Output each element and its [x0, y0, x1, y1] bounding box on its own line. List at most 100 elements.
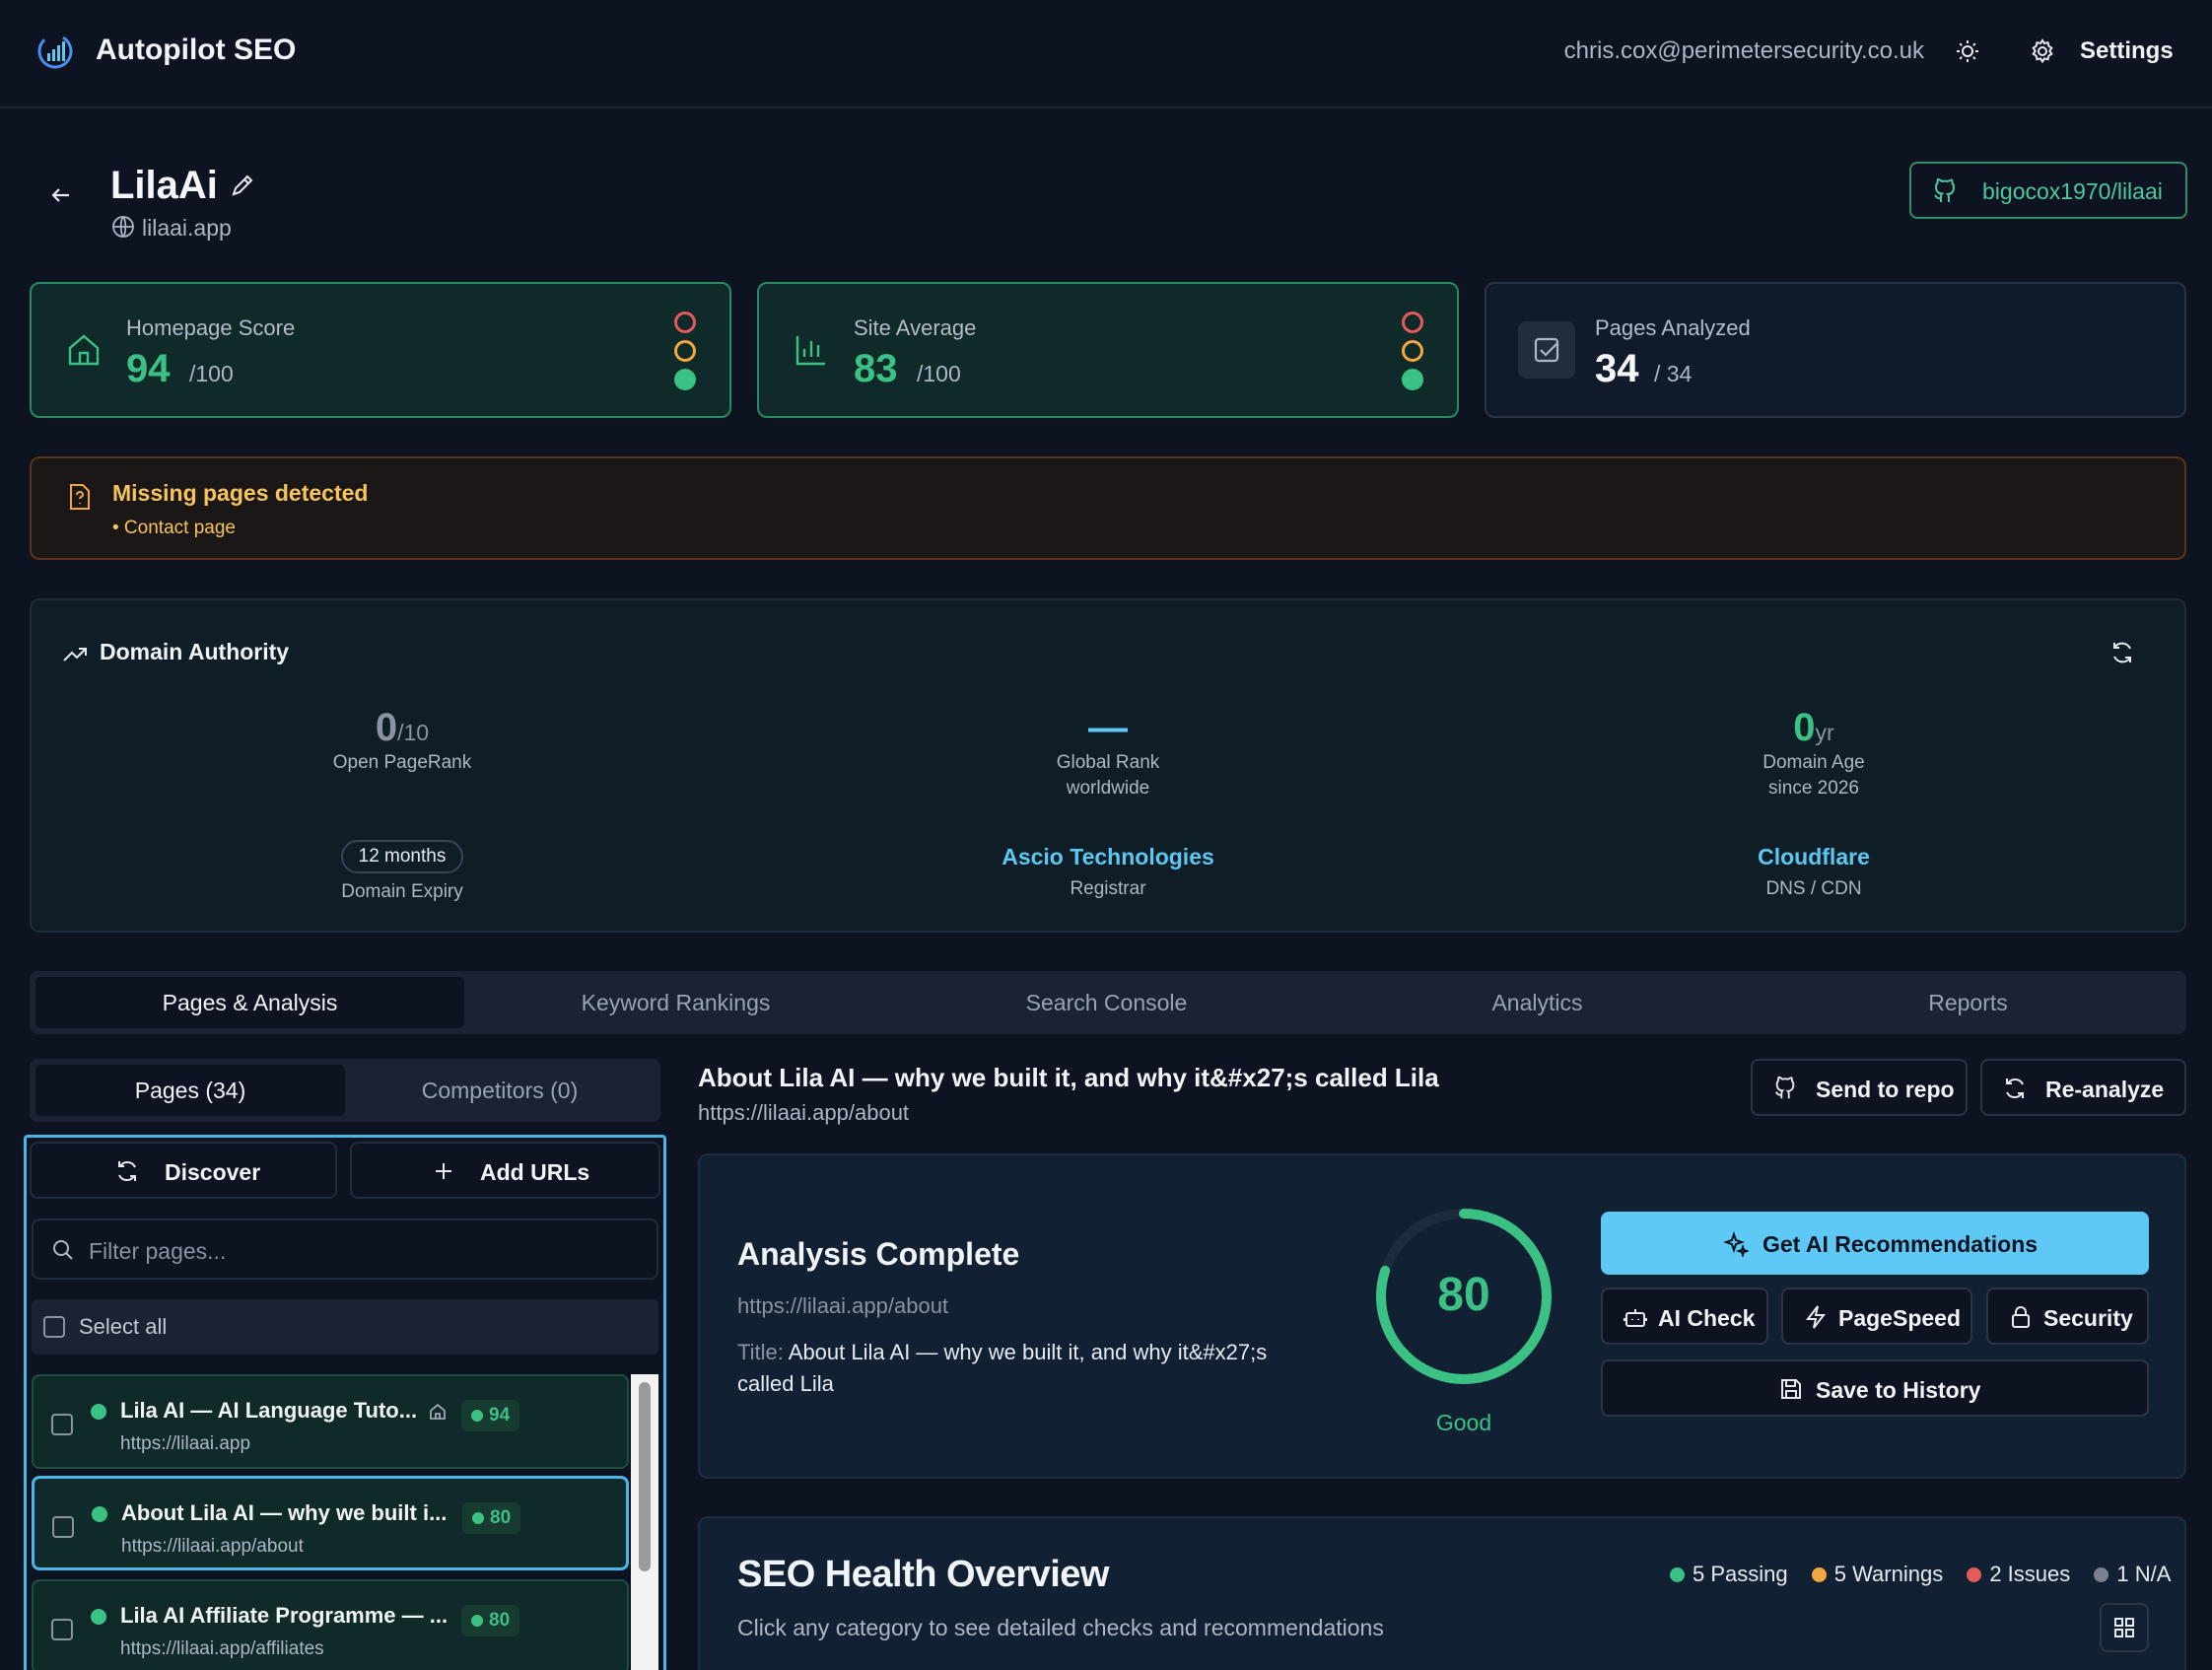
lightning-icon [1805, 1305, 1827, 1329]
tab-keyword-rankings[interactable]: Keyword Rankings [460, 971, 891, 1034]
select-all-label: Select all [79, 1314, 168, 1339]
status-dot [91, 1609, 106, 1625]
site-average-value: 83 [854, 347, 898, 390]
page-list-item[interactable]: Lila AI — AI Language Tuto... https://li… [32, 1374, 629, 1469]
tab-pages[interactable]: Pages (34) [35, 1065, 345, 1116]
seo-health-heading: SEO Health Overview [737, 1554, 1110, 1595]
get-ai-recommendations-button[interactable]: Get AI Recommendations [1601, 1212, 2149, 1275]
settings-link[interactable]: Settings [2080, 37, 2174, 65]
legend-passing: 5 Passing [1670, 1562, 1788, 1587]
trending-up-icon [61, 641, 89, 668]
pagerank-stat: 0/10 Open PageRank [205, 706, 599, 776]
pagespeed-button[interactable]: PageSpeed [1781, 1287, 1972, 1345]
dns-link[interactable]: Cloudflare [1617, 844, 2011, 870]
reanalyze-button[interactable]: Re-analyze [1980, 1059, 2186, 1116]
page-url: https://lilaai.app [120, 1433, 251, 1454]
save-to-history-button[interactable]: Save to History [1601, 1359, 2149, 1417]
registrar-stat: Ascio Technologies Registrar [911, 844, 1305, 902]
homepage-score-max: /100 [189, 361, 234, 386]
send-to-repo-button[interactable]: Send to repo [1751, 1059, 1968, 1116]
page-list-item-selected[interactable]: About Lila AI — why we built i... https:… [32, 1476, 629, 1570]
health-legend: 5 Passing 5 Warnings 2 Issues 1 N/A [1670, 1562, 2171, 1587]
analysis-heading: Analysis Complete [737, 1236, 1020, 1272]
refresh-icon [2006, 1078, 2024, 1099]
analysis-page-title: About Lila AI — why we built it, and why… [737, 1340, 1268, 1396]
dns-label: DNS / CDN [1765, 878, 1862, 899]
page-checkbox[interactable] [51, 1414, 73, 1435]
logo-icon [35, 32, 75, 71]
homepage-score-card: Homepage Score 94 /100 [30, 282, 731, 418]
add-urls-button[interactable]: Add URLs [350, 1142, 660, 1199]
registrar-link[interactable]: Ascio Technologies [911, 844, 1305, 870]
pages-analyzed-max: / 34 [1654, 361, 1693, 386]
pages-analyzed-label: Pages Analyzed [1595, 315, 1751, 340]
pages-subtabs: Pages (34) Competitors (0) [30, 1059, 660, 1122]
legend-warnings: 5 Warnings [1811, 1562, 1943, 1587]
pagespeed-label: PageSpeed [1838, 1305, 1961, 1331]
filter-pages-input[interactable]: Filter pages... [32, 1218, 658, 1280]
security-button[interactable]: Security [1986, 1287, 2149, 1345]
traffic-light-indicator [674, 312, 698, 397]
app-name[interactable]: Autopilot SEO [96, 34, 296, 67]
domain-authority-title: Domain Authority [100, 639, 290, 664]
select-all-row[interactable]: Select all [32, 1299, 658, 1355]
home-icon [65, 331, 103, 369]
legend-issues: 2 Issues [1967, 1562, 2070, 1587]
selected-page-url[interactable]: https://lilaai.app/about [698, 1100, 909, 1126]
domain-expiry-stat: 12 months Domain Expiry [205, 840, 599, 905]
pagerank-value: 0 [375, 706, 398, 749]
tab-search-console[interactable]: Search Console [891, 971, 1322, 1034]
score-badge: 80 [461, 1605, 520, 1636]
score-badge: 80 [462, 1502, 521, 1534]
page-url: https://lilaai.app/about [121, 1536, 304, 1557]
theme-toggle-icon[interactable] [1954, 37, 1981, 65]
add-urls-label: Add URLs [480, 1159, 590, 1185]
save-to-history-label: Save to History [1816, 1377, 1981, 1403]
site-average-label: Site Average [854, 315, 977, 340]
page-list-scrollbar[interactable] [631, 1374, 658, 1670]
bar-chart-icon [793, 331, 830, 369]
robot-icon [1624, 1309, 1647, 1327]
globe-icon [111, 215, 135, 239]
analysis-title-line: Title: About Lila AI — why we built it, … [737, 1337, 1329, 1400]
page-list-item[interactable]: Lila AI Affiliate Programme — ... https:… [32, 1579, 629, 1670]
title-prefix: Title: [737, 1340, 789, 1364]
global-rank-label: Global Rank [1056, 752, 1160, 773]
main-tabs: Pages & Analysis Keyword Rankings Search… [30, 971, 2186, 1034]
domain-expiry-label: Domain Expiry [341, 881, 463, 902]
refresh-icon [118, 1160, 136, 1182]
page-checkbox[interactable] [51, 1619, 73, 1640]
page-title: Lila AI Affiliate Programme — ... [120, 1603, 449, 1628]
search-icon [53, 1240, 73, 1260]
security-label: Security [2043, 1305, 2133, 1331]
home-icon [428, 1402, 448, 1422]
global-rank-value: — [1088, 706, 1128, 749]
project-domain[interactable]: lilaai.app [142, 215, 232, 242]
tab-analytics[interactable]: Analytics [1322, 971, 1753, 1034]
status-dot [92, 1506, 107, 1522]
grid-view-button[interactable] [2100, 1603, 2149, 1652]
gear-icon[interactable] [2029, 37, 2056, 65]
domain-age-value: 0 [1793, 706, 1816, 749]
page-checkbox[interactable] [52, 1516, 74, 1538]
back-arrow-icon[interactable] [47, 181, 75, 209]
edit-pencil-icon[interactable] [229, 172, 256, 199]
github-repo-button[interactable]: bigocox1970/lilaai [1909, 162, 2187, 219]
global-rank-stat: — Global Rank worldwide [911, 706, 1305, 801]
scrollbar-thumb[interactable] [639, 1382, 651, 1571]
select-all-checkbox[interactable] [43, 1316, 65, 1338]
pagerank-label: Open PageRank [332, 752, 472, 773]
tab-pages-analysis[interactable]: Pages & Analysis [35, 977, 464, 1028]
domain-age-unit: yr [1815, 720, 1834, 745]
tab-competitors[interactable]: Competitors (0) [345, 1065, 655, 1116]
tab-reports[interactable]: Reports [1753, 971, 2183, 1034]
discover-button[interactable]: Discover [30, 1142, 337, 1199]
site-average-max: /100 [917, 361, 961, 386]
seo-health-subtitle: Click any category to see detailed check… [737, 1615, 1384, 1640]
legend-na: 1 N/A [2094, 1562, 2171, 1587]
repo-name: bigocox1970/lilaai [1982, 178, 2163, 204]
refresh-icon[interactable] [2108, 639, 2136, 666]
save-icon [1781, 1379, 1801, 1399]
page-title: About Lila AI — why we built i... [121, 1500, 448, 1525]
ai-check-button[interactable]: AI Check [1601, 1287, 1768, 1345]
